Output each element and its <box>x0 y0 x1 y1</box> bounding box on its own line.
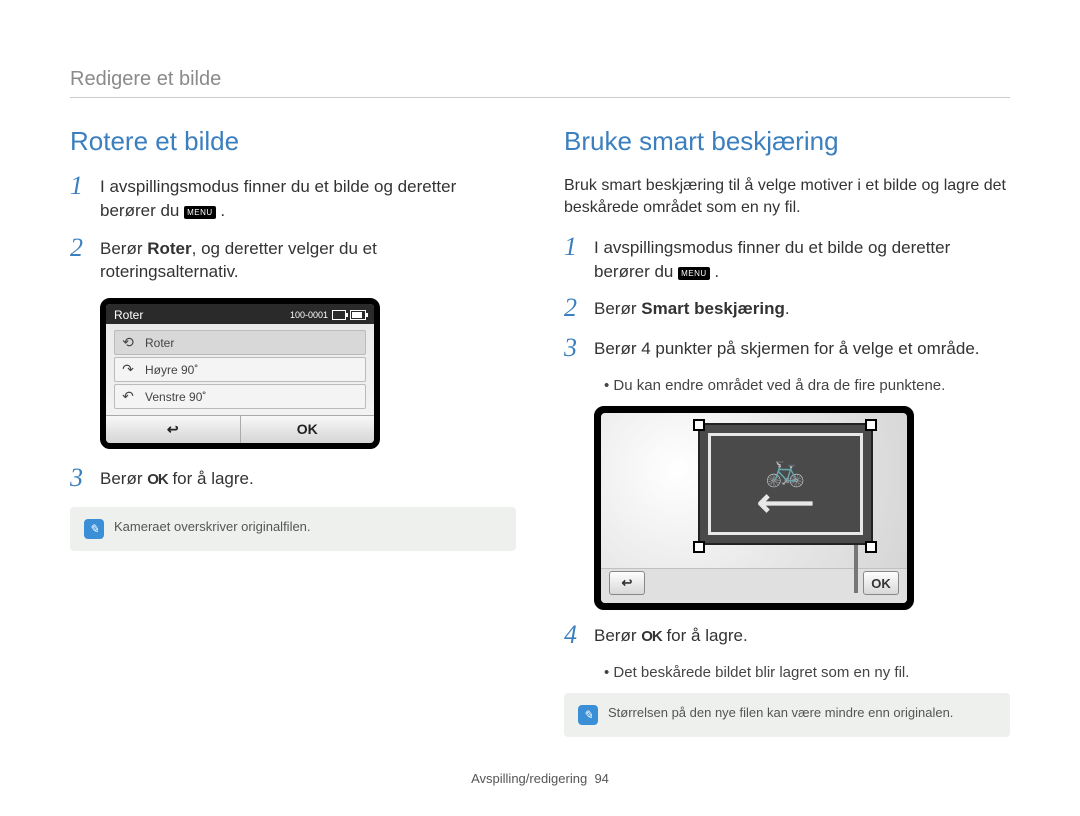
note-icon: ✎ <box>578 705 598 725</box>
battery-icon <box>350 310 366 320</box>
step-text: I avspillingsmodus finner du et bilde og… <box>100 175 516 223</box>
heading-smart-crop: Bruke smart beskjæring <box>564 126 1010 157</box>
step-number: 2 <box>70 235 90 283</box>
step-1-right: 1 I avspillingsmodus finner du et bilde … <box>564 236 1010 284</box>
step-number: 4 <box>564 622 584 648</box>
step-text: I avspillingsmodus finner du et bilde og… <box>594 236 1010 284</box>
step-1-left: 1 I avspillingsmodus finner du et bilde … <box>70 175 516 223</box>
menu-icon: MENU <box>678 267 710 280</box>
text: Berør <box>594 299 641 318</box>
crop-handle-tl[interactable] <box>693 419 705 431</box>
intro-text: Bruk smart beskjæring til å velge motive… <box>564 175 1010 220</box>
bullet-4: Det beskårede bildet blir lagret som en … <box>604 664 1010 681</box>
rotate-off-icon: ⟲ <box>119 334 137 351</box>
arrow-left-icon: ⟵ <box>757 491 814 515</box>
note-text: Kameraet overskriver originalfilen. <box>114 519 311 534</box>
text-bold: Smart beskjæring <box>641 299 785 318</box>
option-label: Roter <box>145 336 174 350</box>
rotate-left-icon: ↶ <box>119 388 137 405</box>
note-box-left: ✎ Kameraet overskriver originalfilen. <box>70 507 516 551</box>
breadcrumb: Redigere et bilde <box>70 68 1010 91</box>
text: for å lagre. <box>662 626 748 645</box>
text: I avspillingsmodus finner du et bilde og… <box>100 177 456 220</box>
device-screenshot-rotate: Roter 100-0001 ⟲ Roter <box>100 298 516 449</box>
step-3-right: 3 Berør 4 punkter på skjermen for å velg… <box>564 337 1010 363</box>
step-number: 3 <box>70 465 90 491</box>
page-footer: Avspilling/redigering 94 <box>70 771 1010 786</box>
device-back-button[interactable]: ↩ <box>106 416 241 443</box>
device-ok-button[interactable]: OK <box>241 416 375 443</box>
rotate-option-none[interactable]: ⟲ Roter <box>114 330 366 355</box>
step-number: 1 <box>70 173 90 221</box>
step-text: Berør Roter, og deretter velger du et ro… <box>100 237 516 285</box>
option-label: Venstre 90˚ <box>145 390 206 404</box>
ok-icon: OK <box>147 469 168 490</box>
text: . <box>785 299 790 318</box>
text: Berør <box>594 626 641 645</box>
step-text: Berør 4 punkter på skjermen for å velge … <box>594 337 980 363</box>
ok-icon: OK <box>641 626 662 647</box>
file-index: 100-0001 <box>290 310 328 320</box>
menu-icon: MENU <box>184 206 216 219</box>
step-3-left: 3 Berør OK for å lagre. <box>70 467 516 493</box>
text: . <box>714 262 719 281</box>
step-text: Berør Smart beskjæring. <box>594 297 790 323</box>
step-number: 2 <box>564 295 584 321</box>
ground <box>601 568 907 603</box>
note-text: Størrelsen på den nye filen kan være min… <box>608 705 953 720</box>
column-rotate: Rotere et bilde 1 I avspillingsmodus fin… <box>70 126 516 737</box>
step-text: Berør OK for å lagre. <box>100 467 254 493</box>
heading-rotate: Rotere et bilde <box>70 126 516 157</box>
sd-card-icon <box>332 310 346 320</box>
footer-page: 94 <box>594 771 608 786</box>
divider <box>70 97 1010 98</box>
crop-handle-tr[interactable] <box>865 419 877 431</box>
footer-section: Avspilling/redigering <box>471 771 587 786</box>
device-title: Roter <box>114 308 143 322</box>
device-screenshot-crop: 🚲 ⟵ ↩ OK <box>594 406 914 610</box>
text: . <box>220 201 225 220</box>
crop-handle-bl[interactable] <box>693 541 705 553</box>
bullet-3: Du kan endre området ved å dra de fire p… <box>604 377 1010 394</box>
text: Berør <box>100 239 147 258</box>
step-number: 3 <box>564 335 584 361</box>
option-label: Høyre 90˚ <box>145 363 198 377</box>
note-icon: ✎ <box>84 519 104 539</box>
step-text: Berør OK for å lagre. <box>594 624 748 650</box>
crop-back-button[interactable]: ↩ <box>609 571 645 595</box>
text: I avspillingsmodus finner du et bilde og… <box>594 238 950 281</box>
step-2-left: 2 Berør Roter, og deretter velger du et … <box>70 237 516 285</box>
rotate-option-left[interactable]: ↶ Venstre 90˚ <box>114 384 366 409</box>
sign: 🚲 ⟵ <box>698 423 873 545</box>
step-2-right: 2 Berør Smart beskjæring. <box>564 297 1010 323</box>
crop-handle-br[interactable] <box>865 541 877 553</box>
text: Berør <box>100 469 147 488</box>
text: for å lagre. <box>168 469 254 488</box>
step-number: 1 <box>564 234 584 282</box>
rotate-right-icon: ↷ <box>119 361 137 378</box>
crop-ok-button[interactable]: OK <box>863 571 899 595</box>
column-smart-crop: Bruke smart beskjæring Bruk smart beskjæ… <box>564 126 1010 737</box>
text-bold: Roter <box>147 239 191 258</box>
note-box-right: ✎ Størrelsen på den nye filen kan være m… <box>564 693 1010 737</box>
rotate-option-right[interactable]: ↷ Høyre 90˚ <box>114 357 366 382</box>
step-4-right: 4 Berør OK for å lagre. <box>564 624 1010 650</box>
